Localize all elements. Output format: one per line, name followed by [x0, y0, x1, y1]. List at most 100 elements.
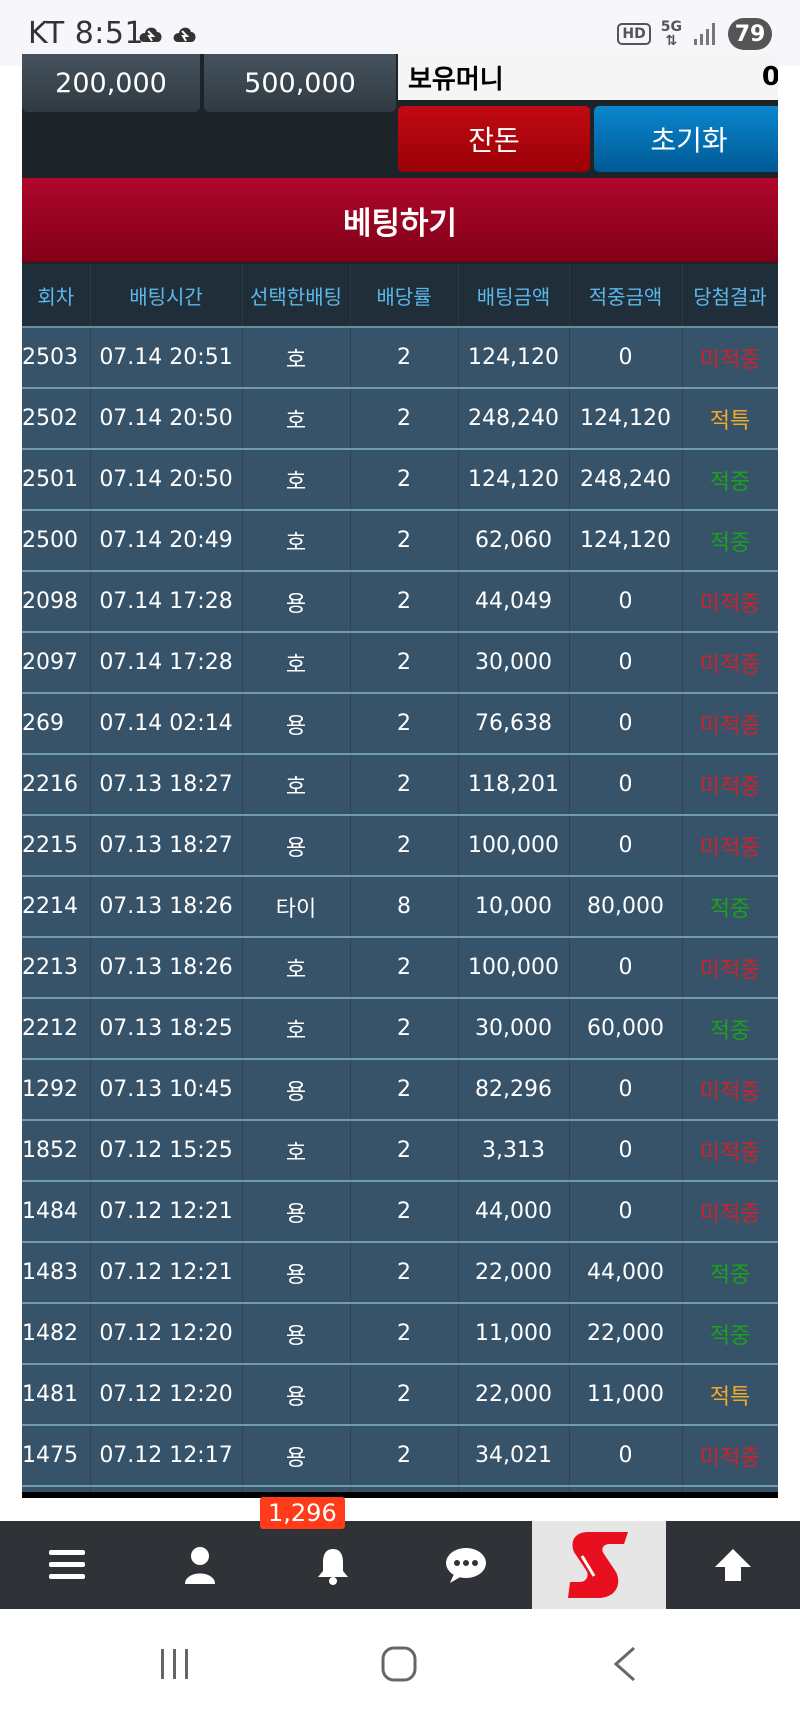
cell-pick: 타이 — [242, 876, 351, 938]
cell-result: 적중 — [682, 1303, 778, 1365]
cell-win-amount: 0 — [569, 937, 683, 999]
site-logo — [568, 1532, 628, 1598]
cell-win-amount: 0 — [569, 1059, 683, 1121]
cell-odds: 2 — [350, 1303, 459, 1365]
table-row: 2501 07.14 20:50 호 2 124,120 248,240 적중 — [22, 449, 778, 511]
column-header-odds: 배당률 — [350, 264, 459, 328]
cell-time: 07.14 20:49 — [90, 510, 243, 572]
cell-time: 07.13 18:26 — [90, 876, 243, 938]
cell-round: 269 — [22, 693, 91, 755]
table-row: 2216 07.13 18:27 호 2 118,201 0 미적중 — [22, 754, 778, 816]
amount-button-500000[interactable]: 500,000 — [204, 54, 396, 112]
cell-bet-amount: 82,296 — [458, 1059, 570, 1121]
cell-bet-amount: 30,000 — [458, 632, 570, 694]
table-row: 2502 07.14 20:50 호 2 248,240 124,120 적특 — [22, 388, 778, 450]
table-row: 1475 07.12 12:17 용 2 34,021 0 미적중 — [22, 1425, 778, 1487]
cell-odds: 2 — [350, 754, 459, 816]
chat-button[interactable] — [399, 1521, 532, 1609]
site-logo-button[interactable] — [532, 1521, 666, 1609]
cell-odds: 2 — [350, 632, 459, 694]
cell-win-amount: 0 — [569, 754, 683, 816]
table-row: 2215 07.13 18:27 용 2 100,000 0 미적중 — [22, 815, 778, 877]
cell-round: 2098 — [22, 571, 91, 633]
cell-time: 07.14 02:14 — [90, 693, 243, 755]
menu-button[interactable] — [0, 1521, 133, 1609]
cell-odds: 2 — [350, 1425, 459, 1487]
cell-time: 07.14 17:28 — [90, 632, 243, 694]
cell-pick: 용 — [242, 1059, 351, 1121]
cell-win-amount: 0 — [569, 327, 683, 389]
back-icon[interactable] — [610, 1645, 638, 1683]
cell-round: 1475 — [22, 1425, 91, 1487]
betting-page: 200,000 500,000 보유머니 0 잔돈 초기화 베팅하기 회차 배팅… — [22, 54, 778, 1498]
cell-odds: 2 — [350, 1181, 459, 1243]
balance-button[interactable]: 잔돈 — [398, 106, 590, 172]
cell-result: 적중 — [682, 510, 778, 572]
cell-win-amount: 0 — [569, 1181, 683, 1243]
cell-odds: 2 — [350, 693, 459, 755]
cell-pick: 용 — [242, 1181, 351, 1243]
cell-round: 2502 — [22, 388, 91, 450]
cell-result: 적특 — [682, 1364, 778, 1426]
cell-win-amount: 80,000 — [569, 876, 683, 938]
cell-result: 미적중 — [682, 571, 778, 633]
cell-pick: 호 — [242, 937, 351, 999]
table-row: 2098 07.14 17:28 용 2 44,049 0 미적중 — [22, 571, 778, 633]
cell-odds: 2 — [350, 388, 459, 450]
column-header-time: 배팅시간 — [90, 264, 243, 328]
cell-odds: 2 — [350, 1364, 459, 1426]
cell-odds: 2 — [350, 510, 459, 572]
cell-win-amount: 0 — [569, 571, 683, 633]
cloud-sync-icon — [139, 27, 162, 42]
cell-win-amount: 0 — [569, 815, 683, 877]
table-row: 1852 07.12 15:25 호 2 3,313 0 미적중 — [22, 1120, 778, 1182]
cell-round: 2215 — [22, 815, 91, 877]
cell-result: 미적중 — [682, 937, 778, 999]
table-header-row: 회차 배팅시간 선택한배팅 배당률 배팅금액 적중금액 당첨결과 — [22, 264, 778, 328]
money-value: 0 — [761, 62, 778, 92]
cell-result: 적중 — [682, 1242, 778, 1304]
cell-result: 적특 — [682, 388, 778, 450]
cell-odds: 2 — [350, 1242, 459, 1304]
cell-pick: 용 — [242, 1242, 351, 1304]
bet-button[interactable]: 베팅하기 — [22, 178, 778, 262]
chat-icon — [445, 1548, 486, 1583]
cell-round: 1484 — [22, 1181, 91, 1243]
cell-result: 미적중 — [682, 632, 778, 694]
cell-pick: 호 — [242, 632, 351, 694]
cell-bet-amount: 44,000 — [458, 1181, 570, 1243]
table-row: 1481 07.12 12:20 용 2 22,000 11,000 적특 — [22, 1364, 778, 1426]
recent-apps-icon[interactable] — [158, 1647, 192, 1681]
cell-time: 07.13 18:27 — [90, 754, 243, 816]
cell-bet-amount: 34,021 — [458, 1425, 570, 1487]
cell-time: 07.12 15:25 — [90, 1120, 243, 1182]
cell-result: 적중 — [682, 876, 778, 938]
table-row: 269 07.14 02:14 용 2 76,638 0 미적중 — [22, 693, 778, 755]
amount-button-200000[interactable]: 200,000 — [22, 54, 200, 112]
profile-button[interactable] — [133, 1521, 266, 1609]
scroll-top-button[interactable] — [666, 1521, 799, 1609]
cell-win-amount: 0 — [569, 1425, 683, 1487]
menu-icon — [48, 1550, 85, 1579]
reset-button[interactable]: 초기화 — [594, 106, 778, 172]
cell-round: 2214 — [22, 876, 91, 938]
cell-win-amount: 0 — [569, 632, 683, 694]
cell-time: 07.12 12:21 — [90, 1242, 243, 1304]
cell-time: 07.14 20:50 — [90, 449, 243, 511]
cell-bet-amount: 100,000 — [458, 937, 570, 999]
bell-icon — [317, 1549, 348, 1585]
column-header-pick: 선택한배팅 — [242, 264, 351, 328]
table-row: 1482 07.12 12:20 용 2 11,000 22,000 적중 — [22, 1303, 778, 1365]
table-row: 1292 07.13 10:45 용 2 82,296 0 미적중 — [22, 1059, 778, 1121]
signal-icon — [694, 23, 715, 45]
home-icon[interactable] — [380, 1645, 418, 1683]
cell-bet-amount: 124,120 — [458, 327, 570, 389]
table-row: 2212 07.13 18:25 호 2 30,000 60,000 적중 — [22, 998, 778, 1060]
cell-bet-amount: 62,060 — [458, 510, 570, 572]
cell-result: 적중 — [682, 998, 778, 1060]
notifications-button[interactable]: 1,296 — [260, 1497, 399, 1609]
bet-history-table: 회차 배팅시간 선택한배팅 배당률 배팅금액 적중금액 당첨결과 2503 07.… — [22, 264, 778, 1498]
cell-odds: 2 — [350, 1120, 459, 1182]
network-5g-icon: 5G ⇅ — [660, 19, 682, 49]
cell-round: 1852 — [22, 1120, 91, 1182]
